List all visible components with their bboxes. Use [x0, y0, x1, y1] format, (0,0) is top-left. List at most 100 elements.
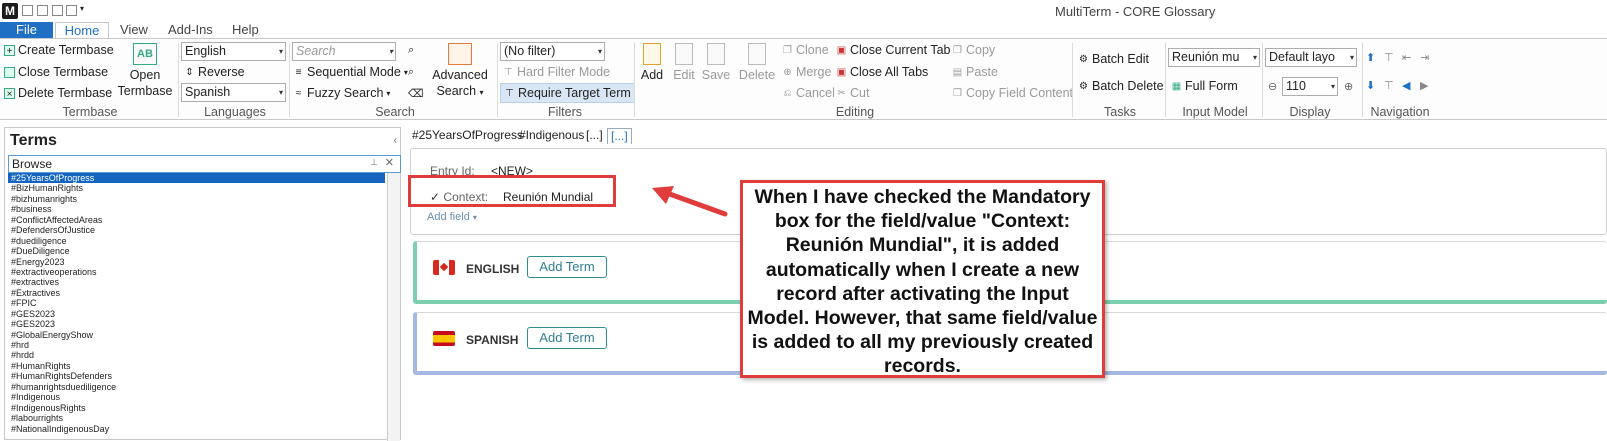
close-current-tab-button[interactable]: ▣ Close Current Tab	[836, 43, 951, 57]
delete-button[interactable]: Delete	[737, 43, 777, 83]
term-item[interactable]: #FPIC	[8, 298, 385, 308]
tab-file[interactable]: File	[0, 22, 53, 39]
term-item[interactable]: #humanrightsduediligence	[8, 382, 385, 392]
cancel-button[interactable]: ⎌ Cancel	[782, 86, 835, 100]
filters-group-label: Filters	[547, 105, 583, 119]
save-icon[interactable]	[52, 5, 63, 16]
term-item[interactable]: #DefendersOfJustice	[8, 225, 385, 235]
fuzzy-binoculars-icon[interactable]: ⌕	[408, 66, 414, 79]
layout-select[interactable]: Default layo ▾	[1265, 48, 1357, 67]
copy-field-content-button[interactable]: ❐ Copy Field Content	[952, 86, 1073, 100]
filter-up-icon[interactable]: ⊤	[1384, 51, 1394, 64]
term-item[interactable]: #NationalIndigenousDay	[8, 424, 385, 434]
add-english-term-button[interactable]: Add Term	[527, 256, 607, 278]
source-language-select[interactable]: English ▾	[181, 42, 286, 61]
scrollbar[interactable]	[387, 173, 400, 441]
qat-dropdown-icon[interactable]: ▾	[80, 4, 84, 13]
doc-tab-25yearsofprogress[interactable]: #25YearsOfProgress	[412, 128, 523, 143]
create-termbase-button[interactable]: + Create Termbase	[4, 43, 114, 57]
doc-tab-indigenous[interactable]: #Indigenous	[519, 128, 584, 143]
term-item[interactable]: #extractiveoperations	[8, 267, 385, 277]
pin-icon[interactable]: ⊥	[370, 157, 378, 168]
doc-tab-more[interactable]: [...]	[586, 128, 603, 143]
term-item[interactable]: #HumanRights	[8, 361, 385, 371]
zoom-in-icon[interactable]: ⊕	[1344, 80, 1353, 93]
target-language-select[interactable]: Spanish ▾	[181, 83, 286, 102]
term-item[interactable]: #hrdd	[8, 350, 385, 360]
chevron-down-icon: ▾	[386, 88, 391, 98]
term-item[interactable]: #IndigenousRights	[8, 403, 385, 413]
term-item[interactable]: #DueDiligence	[8, 246, 385, 256]
divider	[289, 43, 290, 117]
term-item[interactable]: #ConflictAffectedAreas	[8, 215, 385, 225]
term-item[interactable]: #business	[8, 204, 385, 214]
browse-input[interactable]: Browse	[8, 155, 401, 173]
add-spanish-term-button[interactable]: Add Term	[527, 327, 607, 349]
edit-button[interactable]: Edit	[670, 43, 698, 83]
term-item[interactable]: #GlobalEnergyShow	[8, 330, 385, 340]
tab-help[interactable]: Help	[224, 22, 267, 39]
tab-home[interactable]: Home	[55, 22, 109, 39]
collapse-icon[interactable]: ‹	[394, 135, 397, 146]
edit-icon[interactable]	[37, 5, 48, 16]
term-item[interactable]: #bizhumanrights	[8, 194, 385, 204]
chevron-down-icon: ▾	[278, 47, 283, 56]
reverse-button[interactable]: ⇕ Reverse	[184, 65, 244, 79]
sequential-mode-button[interactable]: ≡ Sequential Mode ▾	[293, 65, 408, 79]
add-entry-icon	[643, 43, 661, 65]
close-termbase-button[interactable]: Close Termbase	[4, 65, 108, 79]
nav-first-icon[interactable]: ⇤	[1402, 51, 1411, 64]
delete-termbase-button[interactable]: × Delete Termbase	[4, 86, 112, 100]
filter-select[interactable]: (No filter) ▾	[500, 42, 605, 61]
clone-button[interactable]: ❐ Clone	[782, 43, 829, 57]
hard-filter-mode-button[interactable]: ⊤ Hard Filter Mode	[503, 65, 610, 79]
nav-last-icon[interactable]: ⇥	[1420, 51, 1429, 64]
term-item[interactable]: #Extractives	[8, 288, 385, 298]
tab-view[interactable]: View	[112, 22, 156, 39]
require-target-term-button[interactable]: ⊤ Require Target Term	[500, 83, 635, 103]
term-item[interactable]: #HumanRightsDefenders	[8, 371, 385, 381]
add-button[interactable]: Add	[638, 43, 666, 83]
term-item[interactable]: #25YearsOfProgress	[8, 173, 385, 184]
arrow-up-icon[interactable]: ⬆	[1366, 51, 1375, 64]
open-termbase-button[interactable]: AB Open Termbase	[116, 43, 174, 99]
copy-button[interactable]: ❐ Copy	[952, 43, 995, 57]
term-item[interactable]: #GES2023	[8, 309, 385, 319]
zoom-out-icon[interactable]: ⊖	[1268, 80, 1277, 93]
back-icon[interactable]: ◀	[1402, 79, 1410, 92]
tab-add-ins[interactable]: Add-Ins	[160, 22, 221, 39]
batch-edit-button[interactable]: ⚙ Batch Edit	[1078, 52, 1149, 66]
binoculars-icon[interactable]: ⌕	[408, 44, 414, 57]
merge-button[interactable]: ⊕ Merge	[782, 65, 831, 79]
clone-icon: ❐	[783, 44, 792, 56]
term-item[interactable]: #GES2023	[8, 319, 385, 329]
batch-delete-button[interactable]: ⚙ Batch Delete	[1078, 79, 1164, 93]
advanced-search-button[interactable]: Advanced Search ▾	[428, 43, 492, 101]
filter-icon: ⊤	[504, 66, 513, 78]
full-form-button[interactable]: ▦ Full Form	[1171, 79, 1238, 93]
arrow-down-icon[interactable]: ⬇	[1366, 79, 1375, 92]
doc-tab-active[interactable]: [...]	[607, 128, 632, 144]
cut-button[interactable]: ✂ Cut	[836, 86, 869, 100]
term-item[interactable]: #duediligence	[8, 236, 385, 246]
filter-down-icon[interactable]: ⊤	[1384, 79, 1394, 92]
clear-search-icon[interactable]: ⌫	[408, 87, 424, 100]
close-all-tabs-button[interactable]: ▣ Close All Tabs	[836, 65, 929, 79]
fuzzy-search-button[interactable]: ≈ Fuzzy Search ▾	[293, 86, 391, 100]
input-model-select[interactable]: Reunión mu ▾	[1168, 48, 1260, 67]
term-item[interactable]: #BizHumanRights	[8, 183, 385, 193]
zoom-select[interactable]: 110 ▾	[1282, 77, 1338, 96]
add-field-button[interactable]: Add field ▾	[427, 211, 477, 223]
search-input[interactable]: Search ▾	[292, 42, 396, 61]
term-item[interactable]: #Energy2023	[8, 257, 385, 267]
save-button[interactable]: Save	[701, 43, 731, 83]
term-item[interactable]: #labourrights	[8, 413, 385, 423]
forward-icon[interactable]: ▶	[1420, 79, 1428, 92]
close-icon[interactable]: ✕	[385, 156, 394, 169]
term-item[interactable]: #Indigenous	[8, 392, 385, 402]
new-icon[interactable]	[22, 5, 33, 16]
term-item[interactable]: #extractives	[8, 277, 385, 287]
paste-button[interactable]: ▤ Paste	[952, 65, 998, 79]
term-item[interactable]: #hrd	[8, 340, 385, 350]
save-all-icon[interactable]	[66, 5, 77, 16]
